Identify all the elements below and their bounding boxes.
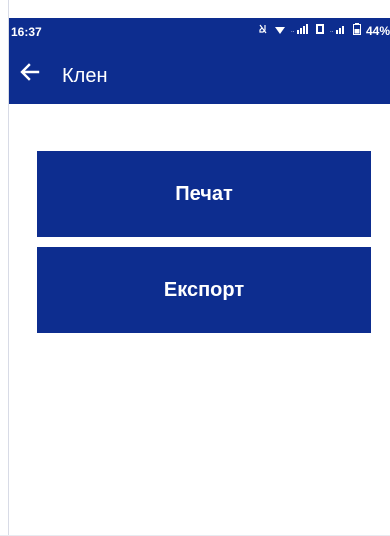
export-button[interactable]: Експорт bbox=[37, 247, 371, 333]
svg-text:..: .. bbox=[330, 28, 334, 34]
app-bar: Клен bbox=[9, 45, 390, 104]
page-title: Клен bbox=[62, 65, 108, 87]
signal-icon-2: .. bbox=[330, 23, 348, 38]
status-icons: .. .. 44% bbox=[257, 23, 390, 38]
print-button[interactable]: Печат bbox=[37, 151, 371, 237]
data-icon bbox=[315, 23, 325, 38]
status-time: 16:37 bbox=[11, 25, 42, 39]
wifi-icon bbox=[274, 23, 286, 38]
mute-icon bbox=[257, 23, 269, 38]
app-screen: 16:37 .. .. 44% Клен Печат Експорт bbox=[9, 18, 390, 536]
export-button-label: Експорт bbox=[163, 278, 245, 301]
left-frame-edge bbox=[0, 0, 9, 536]
svg-text:..: .. bbox=[291, 28, 295, 34]
battery-percent: 44% bbox=[365, 23, 390, 38]
signal-icon: .. bbox=[291, 23, 311, 38]
print-button-label: Печат bbox=[175, 182, 233, 205]
arrow-left-icon bbox=[19, 61, 41, 88]
status-bar: 16:37 .. .. 44% bbox=[9, 18, 390, 45]
battery-icon bbox=[352, 23, 361, 38]
back-button[interactable] bbox=[15, 59, 45, 89]
